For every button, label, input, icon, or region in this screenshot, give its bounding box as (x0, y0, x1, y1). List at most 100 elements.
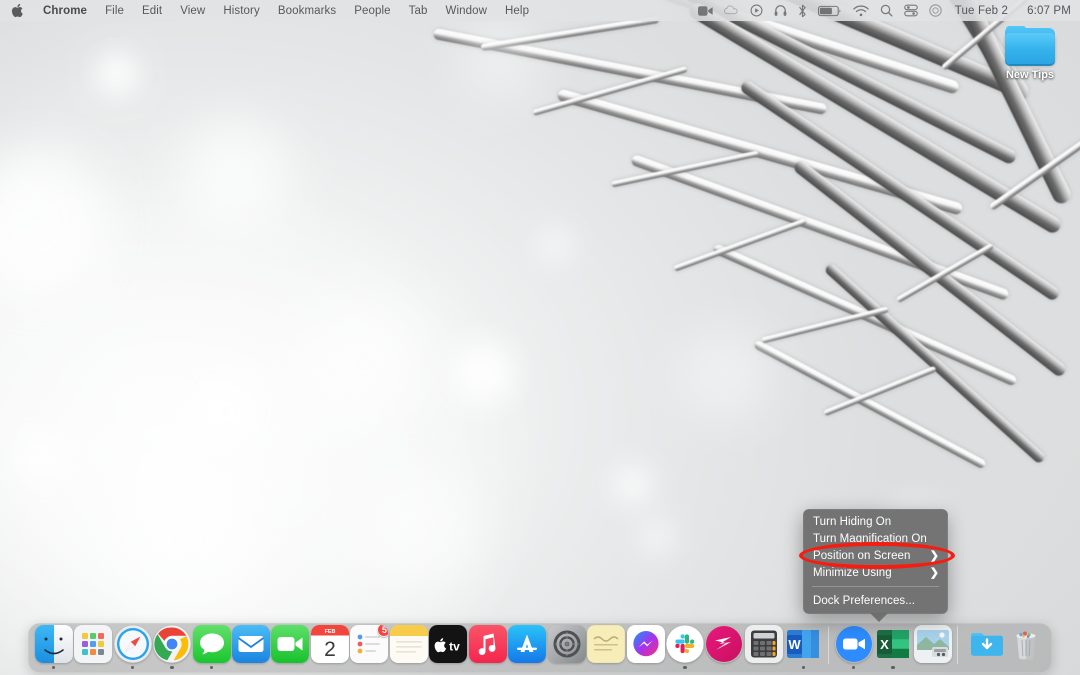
chevron-right-icon: ❯ (930, 549, 939, 562)
folder-icon (1005, 26, 1055, 66)
badge-count: 5 (377, 625, 388, 637)
dock-item-music[interactable] (468, 623, 507, 669)
menu-item-window[interactable]: Window (437, 0, 497, 21)
dock[interactable]: FEB 2 5 (28, 623, 1052, 673)
creative-cloud-icon[interactable] (724, 5, 739, 17)
calendar-icon: FEB 2 (311, 625, 349, 663)
appletv-icon: tv (429, 625, 467, 663)
trash-icon (1007, 625, 1045, 663)
word-icon: W (784, 625, 822, 663)
desktop[interactable]: Chrome File Edit View History Bookmarks … (0, 0, 1080, 675)
dock-item-app-store[interactable] (507, 623, 546, 669)
svg-text:X: X (880, 637, 889, 652)
dock-context-menu[interactable]: Turn Hiding On Turn Magnification On Pos… (803, 509, 948, 614)
dock-item-launchpad[interactable] (73, 623, 112, 669)
dock-item-messages[interactable] (192, 623, 231, 669)
zoom-video-icon[interactable] (698, 5, 713, 17)
context-menu-item-label: Position on Screen (813, 550, 910, 562)
running-indicator (565, 666, 569, 670)
dock-item-messenger[interactable] (626, 623, 665, 669)
running-indicator (131, 666, 135, 670)
dock-item-image-capture[interactable] (913, 623, 952, 669)
dock-item-excel[interactable]: X (873, 623, 912, 669)
running-indicator (368, 666, 372, 670)
dock-item-downloads[interactable] (967, 623, 1006, 669)
chrome-icon (153, 625, 191, 663)
desktop-icon-new-tips[interactable]: New Tips (994, 26, 1066, 81)
finder-icon (35, 625, 73, 663)
record-circle-icon[interactable] (750, 4, 763, 17)
spotlight-search-icon[interactable] (880, 4, 893, 17)
running-indicator (447, 666, 451, 670)
menu-item-tab[interactable]: Tab (400, 0, 437, 21)
menu-bar-clock[interactable]: 6:07 PM (1025, 5, 1071, 17)
apple-logo-icon (11, 3, 24, 18)
menu-item-view[interactable]: View (171, 0, 214, 21)
control-center-icon[interactable] (904, 4, 918, 17)
messenger-icon (627, 625, 665, 663)
menu-item-history[interactable]: History (214, 0, 268, 21)
menu-item-help[interactable]: Help (496, 0, 538, 21)
menu-bar[interactable]: Chrome File Edit View History Bookmarks … (0, 0, 1080, 21)
context-menu-item-label: Turn Hiding On (813, 516, 891, 528)
running-indicator (891, 666, 895, 670)
dock-item-stickies[interactable] (586, 623, 625, 669)
mail-icon (232, 625, 270, 663)
calculator-icon (745, 625, 783, 663)
reminders-icon: 5 (350, 625, 388, 663)
dock-item-calendar[interactable]: FEB 2 (310, 623, 349, 669)
dock-item-calculator[interactable] (744, 623, 783, 669)
dock-item-safari[interactable] (113, 623, 152, 669)
running-indicator (52, 666, 56, 670)
bluetooth-icon[interactable] (798, 4, 807, 18)
dock-item-apple-tv[interactable]: tv (429, 623, 468, 669)
dock-item-mail[interactable] (231, 623, 270, 669)
dock-item-finder[interactable] (34, 623, 73, 669)
menu-item-chrome[interactable]: Chrome (34, 0, 96, 21)
svg-text:W: W (789, 637, 802, 652)
dock-item-facetime[interactable] (271, 623, 310, 669)
siri-icon[interactable] (929, 4, 942, 17)
battery-icon[interactable] (818, 5, 842, 17)
menu-item-file[interactable]: File (96, 0, 133, 21)
safari-icon (114, 625, 152, 663)
wifi-icon[interactable] (853, 5, 869, 17)
dock-item-reminders[interactable]: 5 (350, 623, 389, 669)
running-indicator (170, 666, 174, 670)
dock-item-slack[interactable] (665, 623, 704, 669)
context-menu-item-dock-preferences[interactable]: Dock Preferences... (803, 592, 948, 609)
context-menu-item-label: Turn Magnification On (813, 533, 927, 545)
dock-item-zoom[interactable] (834, 623, 873, 669)
menu-bar-date[interactable]: Tue Feb 2 (953, 5, 1014, 17)
notes-icon (390, 625, 428, 663)
system-preferences-icon (548, 625, 586, 663)
dock-item-trash[interactable] (1007, 623, 1046, 669)
context-menu-item-turn-hiding-on[interactable]: Turn Hiding On (803, 513, 948, 530)
headphones-icon[interactable] (774, 4, 787, 17)
dock-item-shift[interactable] (705, 623, 744, 669)
context-menu-item-position-on-screen[interactable]: Position on Screen ❯ (803, 547, 948, 564)
running-indicator (644, 666, 648, 670)
chevron-right-icon: ❯ (930, 566, 939, 579)
dock-item-system-preferences[interactable] (547, 623, 586, 669)
menu-item-people[interactable]: People (345, 0, 399, 21)
running-indicator (210, 666, 214, 670)
menu-item-edit[interactable]: Edit (133, 0, 171, 21)
context-menu-pointer (870, 613, 888, 622)
running-indicator (249, 666, 253, 670)
menu-bar-app-menus[interactable]: Chrome File Edit View History Bookmarks … (0, 0, 538, 21)
running-indicator (328, 666, 332, 670)
context-menu-separator (812, 586, 939, 587)
context-menu-item-turn-magnification-on[interactable]: Turn Magnification On (803, 530, 948, 547)
dock-item-notes[interactable] (389, 623, 428, 669)
context-menu-item-minimize-using[interactable]: Minimize Using ❯ (803, 564, 948, 581)
apple-menu[interactable] (9, 0, 34, 21)
running-indicator (931, 666, 935, 670)
dock-item-chrome[interactable] (152, 623, 191, 669)
dock-item-word[interactable]: W (784, 623, 823, 669)
menu-item-bookmarks[interactable]: Bookmarks (269, 0, 345, 21)
desktop-icon-area[interactable]: New Tips (994, 26, 1066, 81)
menu-bar-status-items[interactable]: Tue Feb 2 6:07 PM (698, 0, 1080, 21)
downloads-folder-icon (968, 625, 1006, 663)
running-indicator (486, 666, 490, 670)
